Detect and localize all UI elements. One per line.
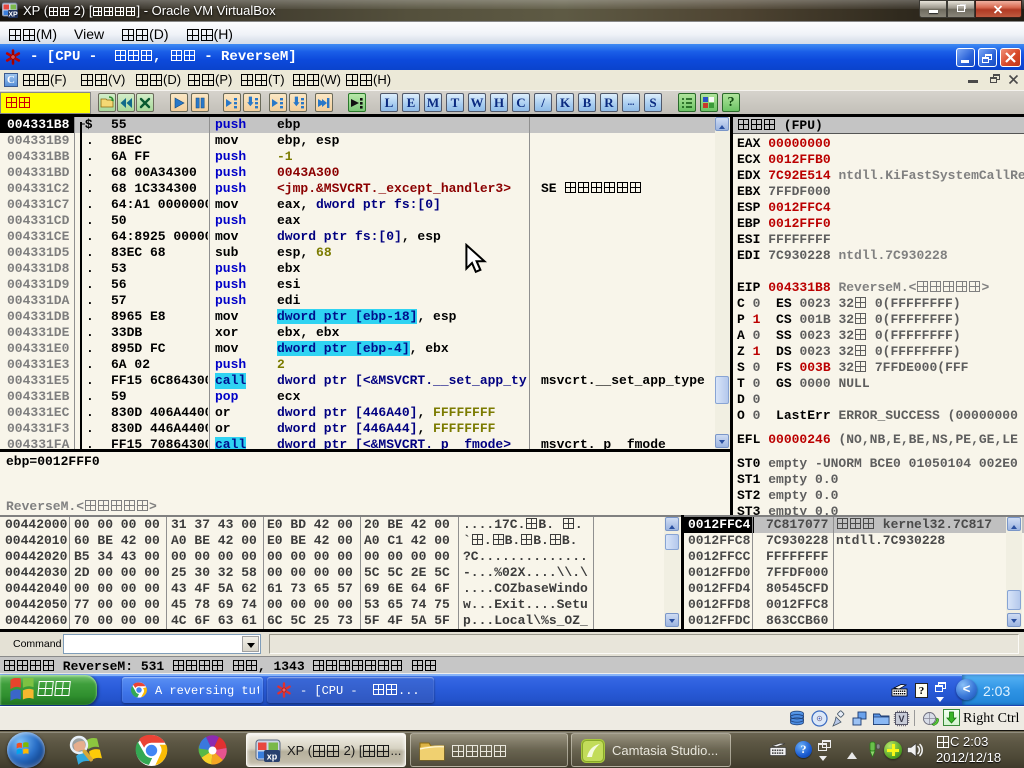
svg-text:XP: XP [8,12,18,19]
svg-text:V: V [898,714,904,724]
svg-text:xp: xp [267,752,278,762]
